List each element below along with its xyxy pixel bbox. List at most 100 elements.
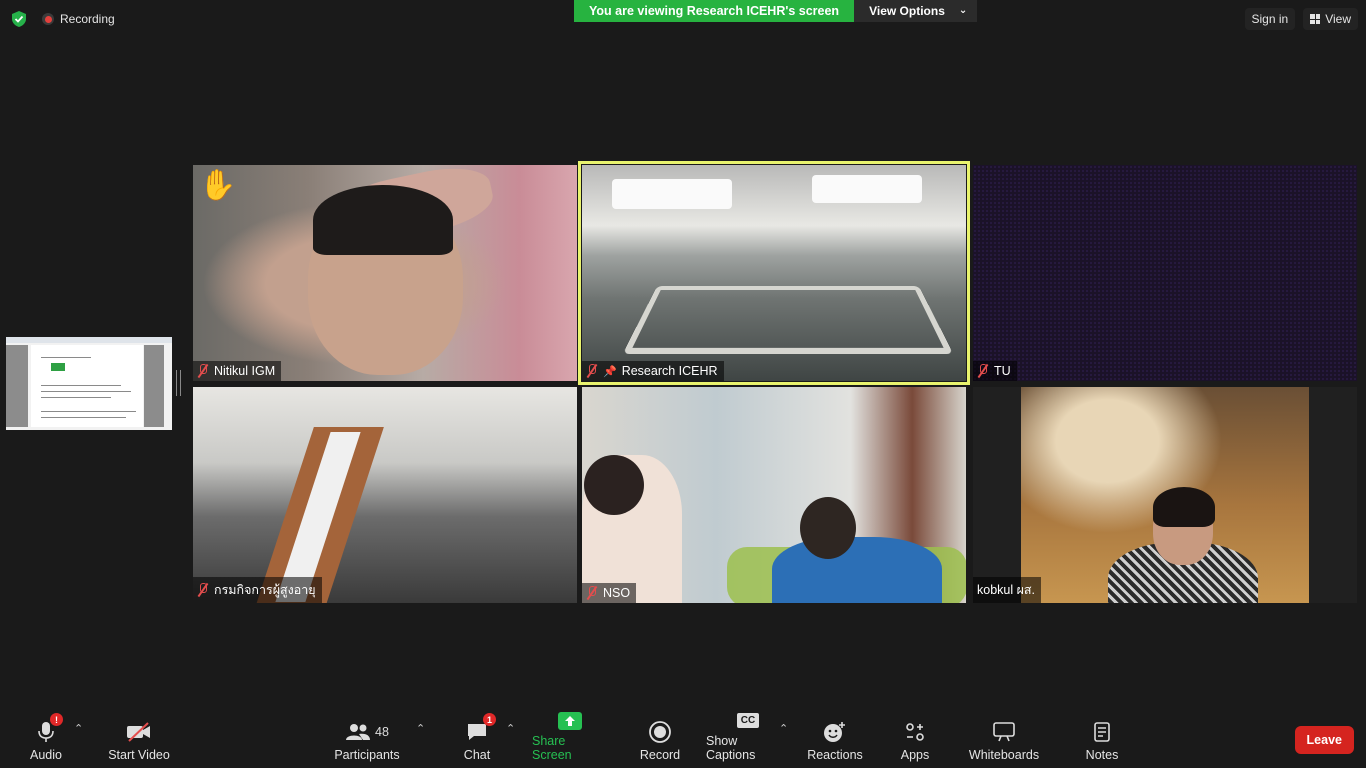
viewing-banner: You are viewing Research ICEHR's screen: [574, 0, 855, 22]
video-person-hair: [1153, 487, 1215, 527]
notes-icon: [1093, 719, 1111, 745]
video-tile-nso[interactable]: NSO: [582, 387, 966, 603]
audio-options-caret-icon[interactable]: ⌃: [74, 722, 83, 735]
recording-indicator[interactable]: Recording: [42, 12, 115, 26]
ceiling-light: [612, 179, 732, 209]
audio-button[interactable]: ! Audio: [26, 710, 66, 768]
apps-label: Apps: [900, 748, 930, 762]
doc-line: [41, 397, 111, 398]
cc-glyph: CC: [736, 713, 760, 728]
view-options-button[interactable]: View Options ⌄: [854, 0, 978, 22]
top-left-status: Recording: [10, 10, 115, 28]
participant-name: TU: [994, 364, 1011, 378]
thumbnail-toolbar: [6, 337, 172, 343]
reactions-button[interactable]: Reactions: [806, 710, 864, 768]
captions-options-caret-icon[interactable]: ⌃: [779, 722, 788, 735]
participant-name-label: Nitikul IGM: [193, 361, 282, 381]
participant-name-label: NSO: [582, 583, 637, 603]
record-icon: [649, 719, 671, 745]
video-off-icon: [126, 719, 152, 745]
chat-button[interactable]: 1 Chat: [460, 710, 496, 768]
video-tile-nitikul[interactable]: ✋ Nitikul IGM: [193, 165, 577, 381]
shield-icon[interactable]: [10, 10, 28, 28]
video-hair: [313, 185, 453, 255]
pin-icon: 📌: [603, 365, 617, 378]
notes-button[interactable]: Notes: [1082, 710, 1122, 768]
participant-name: kobkul ผส.: [977, 583, 1036, 597]
share-screen-button[interactable]: Share Screen: [532, 710, 608, 768]
thumbnail-side-right: [144, 345, 164, 427]
participants-label: Participants: [334, 748, 400, 762]
doc-line: [41, 357, 91, 358]
participant-name: กรมกิจการผู้สูงอายุ: [214, 583, 316, 597]
show-captions-label: Show Captions: [706, 734, 756, 762]
chevron-down-icon: ⌄: [958, 5, 968, 16]
audio-alert-badge: !: [50, 713, 63, 726]
share-screen-icon: [558, 710, 582, 731]
leave-button[interactable]: Leave: [1294, 726, 1354, 754]
ceiling-light: [812, 175, 922, 203]
participant-name: Research ICEHR: [621, 364, 718, 378]
participants-options-caret-icon[interactable]: ⌃: [416, 722, 425, 735]
video-person: [772, 537, 942, 603]
mic-muted-icon: [586, 586, 598, 600]
whiteboard-icon: [993, 719, 1015, 745]
record-button[interactable]: Record: [638, 710, 682, 768]
mic-muted-icon: [197, 364, 209, 378]
screen-share-banner: You are viewing Research ICEHR's screen …: [574, 0, 978, 22]
participant-name-label: TU: [973, 361, 1017, 381]
thumbnail-green-cell: [51, 363, 65, 371]
participants-count: 48: [375, 725, 389, 739]
video-tile-tu[interactable]: TU: [973, 165, 1357, 381]
panel-resize-handle[interactable]: [176, 370, 181, 396]
captions-icon: CC: [736, 710, 760, 731]
reactions-icon: [823, 719, 847, 745]
participant-name-label: กรมกิจการผู้สูงอายุ: [193, 577, 322, 603]
recording-label: Recording: [60, 12, 115, 26]
doc-line: [41, 411, 136, 412]
notes-label: Notes: [1085, 748, 1119, 762]
record-label: Record: [639, 748, 681, 762]
view-options-label: View Options: [869, 4, 945, 18]
whiteboards-button[interactable]: Whiteboards: [966, 710, 1042, 768]
sign-in-button[interactable]: Sign in: [1244, 8, 1296, 30]
thumbnail-document-page: [31, 345, 143, 427]
share-screen-label: Share Screen: [532, 734, 572, 762]
shared-screen-thumbnail[interactable]: [6, 337, 172, 430]
apps-button[interactable]: Apps: [898, 710, 932, 768]
raised-hand-icon: ✋: [199, 169, 237, 202]
chat-unread-badge: 1: [483, 713, 496, 726]
meeting-toolbar: ! Audio ⌃ Start Video 48 Participants ⌃: [0, 710, 1366, 768]
participants-icon: 48: [345, 719, 389, 745]
microphone-icon: !: [37, 713, 63, 745]
mic-muted-icon: [586, 364, 598, 378]
chat-icon: 1: [466, 713, 496, 745]
reactions-label: Reactions: [807, 748, 863, 762]
view-label: View: [1325, 12, 1351, 26]
doc-line: [41, 417, 126, 418]
participant-name: Nitikul IGM: [214, 364, 276, 378]
mic-muted-icon: [977, 364, 989, 378]
doc-line: [41, 391, 131, 392]
participants-button[interactable]: 48 Participants: [332, 710, 402, 768]
audio-label: Audio: [30, 748, 62, 762]
participant-name-label: 📌 Research ICEHR: [582, 361, 724, 381]
show-captions-button[interactable]: CC Show Captions: [706, 710, 790, 768]
view-button[interactable]: View: [1303, 8, 1358, 30]
thumbnail-side-left: [6, 345, 28, 427]
video-person-head: [584, 455, 644, 515]
participant-name: NSO: [603, 586, 631, 600]
record-dot-icon: [42, 13, 54, 25]
start-video-button[interactable]: Start Video: [104, 710, 174, 768]
video-tile-kobkul[interactable]: kobkul ผส.: [973, 387, 1357, 603]
top-right-controls: Sign in View: [1244, 8, 1358, 30]
video-tile-dop[interactable]: กรมกิจการผู้สูงอายุ: [193, 387, 577, 603]
start-video-label: Start Video: [108, 748, 170, 762]
video-tile-research-icehr[interactable]: 📌 Research ICEHR: [578, 161, 970, 385]
gallery-view-icon: [1310, 14, 1321, 24]
whiteboards-label: Whiteboards: [968, 748, 1040, 762]
video-person-head: [800, 497, 856, 559]
participant-name-label: kobkul ผส.: [973, 577, 1042, 603]
apps-icon: [905, 719, 925, 745]
chat-options-caret-icon[interactable]: ⌃: [506, 722, 515, 735]
